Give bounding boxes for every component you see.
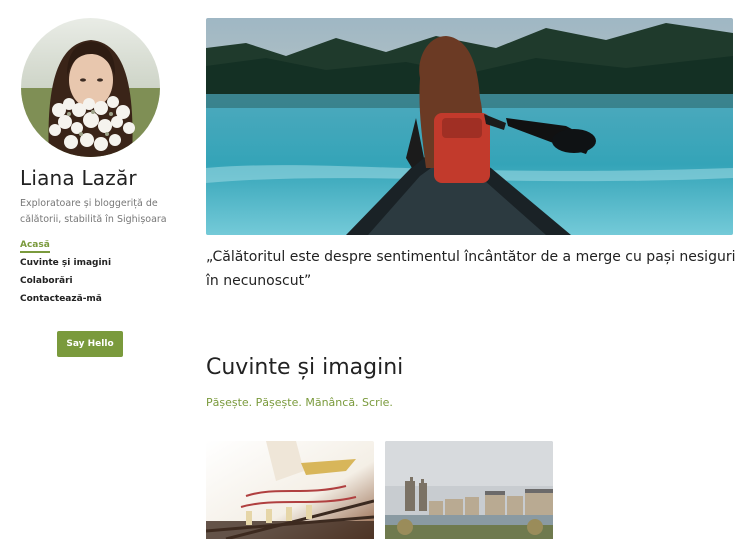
- hero-image: [206, 18, 733, 235]
- nav-item-label: Contactează-mă: [20, 294, 102, 304]
- sidebar: Liana Lazăr Exploratoare și bloggeriță d…: [0, 0, 190, 539]
- thumbnail-photo: [206, 441, 374, 539]
- nav-item-label: Colaborări: [20, 276, 73, 286]
- profile-bio: Exploratoare și bloggeriță de călătorii,…: [20, 198, 167, 225]
- say-hello-button[interactable]: Say Hello: [57, 331, 123, 357]
- avatar: [21, 18, 160, 157]
- hero-quote: „Călătoritul este despre sentimentul înc…: [206, 249, 736, 289]
- hero-photo: [206, 18, 733, 235]
- main-nav: Acasă Cuvinte și imagini Colaborări Cont…: [20, 238, 111, 310]
- avatar-image: [21, 18, 160, 157]
- gallery-thumbnail[interactable]: [385, 441, 553, 539]
- nav-item-home[interactable]: Acasă: [20, 238, 111, 256]
- nav-item-words-and-images[interactable]: Cuvinte și imagini: [20, 256, 111, 274]
- profile-name: Liana Lazăr: [20, 166, 137, 190]
- section-title: Cuvinte și imagini: [206, 355, 404, 380]
- nav-item-label: Acasă: [20, 240, 50, 253]
- nav-item-contact[interactable]: Contactează-mă: [20, 292, 111, 310]
- nav-item-label: Cuvinte și imagini: [20, 258, 112, 268]
- section-subtitle: Pășește. Pășește. Mănâncă. Scrie.: [206, 396, 393, 409]
- nav-item-collaborations[interactable]: Colaborări: [20, 274, 111, 292]
- thumbnail-photo: [385, 441, 553, 539]
- gallery-thumbnail[interactable]: [206, 441, 374, 539]
